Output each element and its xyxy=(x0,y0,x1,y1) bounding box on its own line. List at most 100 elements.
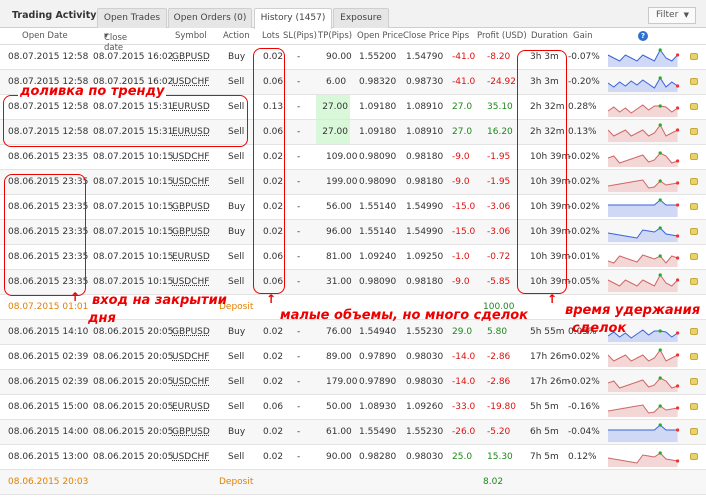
cell-sym[interactable]: GBPUSD xyxy=(172,227,210,237)
col-symbol[interactable]: Symbol xyxy=(175,31,207,41)
table-row[interactable]: 08.06.2015 23:35 08.07.2015 10:15 GBPUSD Bu… xyxy=(0,220,706,245)
cell-sym[interactable]: GBPUSD xyxy=(172,202,210,212)
col-action[interactable]: Action xyxy=(223,31,250,41)
cell-dur: 17h 26m xyxy=(530,352,571,362)
chevron-down-icon: ▼ xyxy=(683,11,689,19)
cell-act: Sell xyxy=(228,452,245,462)
cell-profit: -2.86 xyxy=(487,377,511,387)
deposit-row[interactable]: 08.06.2015 20:03 Deposit 8.02 xyxy=(0,470,706,495)
cell-tp: 27.00 xyxy=(316,95,350,119)
cell-op: 0.98090 xyxy=(359,177,397,187)
col-duration[interactable]: Duration xyxy=(531,31,568,41)
cell-sym[interactable]: EURUSD xyxy=(172,402,210,412)
cell-close: 08.07.2015 10:15 xyxy=(93,227,174,237)
tab-open-trades[interactable]: Open Trades xyxy=(97,8,167,28)
cell-sym[interactable]: USDCHF xyxy=(172,452,209,462)
table-row[interactable]: 08.06.2015 14:00 08.06.2015 20:05 GBPUSD Bu… xyxy=(0,420,706,445)
comment-icon[interactable] xyxy=(690,78,698,85)
cell-sym[interactable]: USDCHF xyxy=(172,377,209,387)
tab-history[interactable]: History (1457) xyxy=(254,8,332,29)
cell-sl: - xyxy=(297,327,301,337)
sparkline-chart xyxy=(608,376,680,392)
table-row[interactable]: 08.06.2015 23:35 08.07.2015 10:15 USDCHF Se… xyxy=(0,270,706,295)
comment-icon[interactable] xyxy=(690,403,698,410)
table-row[interactable]: 08.06.2015 13:00 08.06.2015 20:05 USDCHF Se… xyxy=(0,445,706,470)
col-gain[interactable]: Gain xyxy=(573,31,593,41)
cell-op: 1.09180 xyxy=(359,102,397,112)
col-open-date[interactable]: Open Date xyxy=(22,31,68,41)
table-row[interactable]: 08.06.2015 23:35 08.07.2015 10:15 USDCHF Se… xyxy=(0,170,706,195)
col-open-price[interactable]: Open Price xyxy=(357,31,403,41)
cell-sym[interactable]: USDCHF xyxy=(172,77,209,87)
cell-sym[interactable]: USDCHF xyxy=(172,352,209,362)
sparkline-chart xyxy=(608,273,680,292)
cell-cp: 1.55230 xyxy=(406,327,444,337)
comment-icon[interactable] xyxy=(690,203,698,210)
sparkline-chart xyxy=(608,123,680,142)
cell-cp: 0.98030 xyxy=(406,452,444,462)
comment-icon[interactable] xyxy=(690,103,698,110)
cell-sym[interactable]: GBPUSD xyxy=(172,52,210,62)
sparkline-chart xyxy=(608,254,680,267)
cell-profit: -3.06 xyxy=(487,227,511,237)
table-row[interactable]: 08.06.2015 23:35 08.07.2015 10:15 EURUSD Se… xyxy=(0,245,706,270)
table-row[interactable]: 08.06.2015 23:35 08.07.2015 10:15 USDCHF Se… xyxy=(0,145,706,170)
col-sl[interactable]: SL(Pips) xyxy=(283,31,317,41)
cell-sym[interactable]: USDCHF xyxy=(172,277,209,287)
col-lots[interactable]: Lots xyxy=(262,31,280,41)
cell-op: 1.08930 xyxy=(359,402,397,412)
annotation-entry-1: вход на закрытии xyxy=(92,293,227,308)
cell-sym[interactable]: GBPUSD xyxy=(172,427,210,437)
comment-icon[interactable] xyxy=(690,53,698,60)
col-close-date[interactable]: Close date ▾ xyxy=(104,31,127,53)
cell-pips: 25.0 xyxy=(452,452,473,462)
cell-sl: - xyxy=(297,402,301,412)
cell-sl: - xyxy=(297,227,301,237)
comment-icon[interactable] xyxy=(690,278,698,285)
cell-sym[interactable]: EURUSD xyxy=(172,252,210,262)
cell-sl: - xyxy=(297,52,301,62)
cell-act: Sell xyxy=(228,352,245,362)
col-close-price[interactable]: Close Price xyxy=(403,31,450,41)
cell-open: 08.06.2015 14:10 xyxy=(8,327,89,337)
comment-icon[interactable] xyxy=(690,253,698,260)
comment-icon[interactable] xyxy=(690,428,698,435)
cell-gain: -0.02% xyxy=(568,152,600,162)
arrow-icon: ↑ xyxy=(70,290,81,304)
tab-exposure[interactable]: Exposure xyxy=(333,8,389,28)
comment-icon[interactable] xyxy=(690,453,698,460)
table-row[interactable]: 08.06.2015 15:00 08.06.2015 20:05 EURUSD Se… xyxy=(0,395,706,420)
cell-sym[interactable]: GBPUSD xyxy=(172,327,210,337)
cell-sym[interactable]: USDCHF xyxy=(172,177,209,187)
sparkline-chart xyxy=(608,151,680,167)
col-tp[interactable]: TP(Pips) xyxy=(318,31,352,41)
deposit-amount: 8.02 xyxy=(483,477,504,487)
col-profit[interactable]: Profit (USD) xyxy=(477,31,527,41)
cell-pips: -41.0 xyxy=(452,52,476,62)
table-row[interactable]: 08.06.2015 02:39 08.06.2015 20:05 USDCHF Se… xyxy=(0,345,706,370)
comment-icon[interactable] xyxy=(690,178,698,185)
cell-op: 0.97890 xyxy=(359,377,397,387)
tab-open-orders[interactable]: Open Orders (0) xyxy=(168,8,252,28)
comment-icon[interactable] xyxy=(690,153,698,160)
comment-icon[interactable] xyxy=(690,353,698,360)
cell-profit: -8.20 xyxy=(487,52,511,62)
cell-cp: 1.08910 xyxy=(406,102,444,112)
cell-profit: 15.30 xyxy=(487,452,513,462)
help-icon[interactable]: ? xyxy=(638,31,648,41)
comment-icon[interactable] xyxy=(690,228,698,235)
cell-sym[interactable]: USDCHF xyxy=(172,152,209,162)
annotation-trend: доливка по тренду xyxy=(18,84,167,99)
cell-gain: -0.16% xyxy=(568,402,600,412)
filter-button[interactable]: Filter ▼ xyxy=(648,7,696,24)
cell-gain: -0.20% xyxy=(568,77,600,87)
table-header: Open Date Close date ▾ Symbol Action Lot… xyxy=(0,29,706,53)
col-pips[interactable]: Pips xyxy=(452,31,469,41)
comment-icon[interactable] xyxy=(690,128,698,135)
comment-icon[interactable] xyxy=(690,328,698,335)
table-row[interactable]: 08.06.2015 23:35 08.07.2015 10:15 GBPUSD Bu… xyxy=(0,195,706,220)
comment-icon[interactable] xyxy=(690,378,698,385)
table-row[interactable]: 08.06.2015 02:39 08.06.2015 20:05 USDCHF Se… xyxy=(0,370,706,395)
table-row[interactable]: 08.07.2015 12:58 08.07.2015 16:02 GBPUSD Bu… xyxy=(0,45,706,70)
cell-close: 08.06.2015 20:05 xyxy=(93,402,174,412)
